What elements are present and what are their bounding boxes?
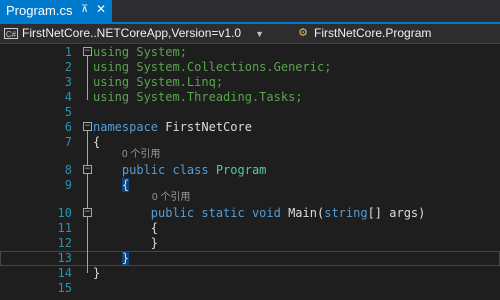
code-token: } xyxy=(93,251,130,265)
code-line: { xyxy=(93,221,158,235)
code-token: FirstNetCore xyxy=(158,120,252,134)
codelens-references[interactable]: 0 个引用 xyxy=(122,149,160,161)
code-token: System.Collections.Generic; xyxy=(129,60,332,74)
line-number: 11 xyxy=(57,221,72,235)
code-editor[interactable]: 1 2 3 4 5 6 7 8 9 10 11 12 13 14 15 − − … xyxy=(0,44,500,300)
fold-guide xyxy=(87,131,88,273)
line-number: 5 xyxy=(64,105,72,119)
code-token: { xyxy=(93,221,159,235)
line-number: 12 xyxy=(57,236,72,250)
code-line: public static void Main(string[] args) xyxy=(93,206,426,220)
project-label: FirstNetCore..NETCoreApp,Version=v1.0 xyxy=(22,26,242,40)
code-line: namespace FirstNetCore xyxy=(93,120,252,134)
code-token: Program xyxy=(208,163,267,177)
close-icon[interactable]: ✕ xyxy=(96,2,106,16)
project-dropdown[interactable]: C# FirstNetCore..NETCoreApp,Version=v1.0 ▼ xyxy=(4,26,294,42)
code-line: using System.Threading.Tasks; xyxy=(93,90,303,104)
type-label: FirstNetCore.Program xyxy=(314,26,432,40)
type-dropdown[interactable]: ⚙ FirstNetCore.Program xyxy=(296,26,500,42)
code-token: { xyxy=(93,135,101,149)
document-tab-bar: Program.cs ⊼ ✕ xyxy=(0,0,500,24)
line-number: 8 xyxy=(64,163,72,177)
matched-brace: } xyxy=(121,251,130,265)
code-token: { xyxy=(93,178,130,192)
code-token: } xyxy=(93,266,101,280)
line-number: 15 xyxy=(57,281,72,295)
line-number: 9 xyxy=(64,178,72,192)
code-token: System; xyxy=(129,45,187,59)
pin-icon[interactable]: ⊼ xyxy=(81,4,88,15)
line-number: 7 xyxy=(64,135,72,149)
code-line: { xyxy=(93,178,130,192)
collapse-icon[interactable]: − xyxy=(83,122,92,131)
navigation-bar: C# FirstNetCore..NETCoreApp,Version=v1.0 ▼… xyxy=(0,24,500,44)
line-number: 3 xyxy=(64,75,72,89)
line-number: 13 xyxy=(57,251,72,265)
code-line: } xyxy=(93,236,158,250)
chevron-down-icon: ▼ xyxy=(255,29,265,39)
code-token: public xyxy=(93,206,195,220)
fold-guide xyxy=(87,56,88,100)
class-icon: ⚙ xyxy=(298,27,308,40)
code-line: } xyxy=(93,266,100,280)
tab-title: Program.cs xyxy=(6,3,73,18)
line-number: 1 xyxy=(64,45,72,59)
code-token: Main( xyxy=(280,206,325,220)
code-token: [] args) xyxy=(367,206,426,220)
code-token: } xyxy=(93,236,159,250)
code-token: System.Threading.Tasks; xyxy=(129,90,303,104)
line-number: 4 xyxy=(64,90,72,104)
code-token: public xyxy=(93,163,166,177)
line-number: 14 xyxy=(57,266,72,280)
code-token: namespace xyxy=(93,120,159,134)
collapse-icon[interactable]: − xyxy=(83,165,92,174)
code-token: System.Linq; xyxy=(129,75,224,89)
code-token: class xyxy=(165,163,209,177)
collapse-icon[interactable]: − xyxy=(83,47,92,56)
tab-program-cs[interactable]: Program.cs ⊼ ✕ xyxy=(0,0,112,22)
code-line: using System.Linq; xyxy=(93,75,223,89)
line-number: 10 xyxy=(57,206,72,220)
code-line: using System; xyxy=(93,45,187,59)
matched-brace: { xyxy=(121,178,130,192)
line-number: 6 xyxy=(64,120,72,134)
code-line: public class Program xyxy=(93,163,267,177)
code-token: static xyxy=(194,206,245,220)
code-token: void xyxy=(244,206,281,220)
editor-window: Program.cs ⊼ ✕ C# FirstNetCore..NETCoreAp… xyxy=(0,0,500,300)
code-token: using xyxy=(93,60,130,74)
code-token: using xyxy=(93,45,130,59)
code-token: using xyxy=(93,90,130,104)
line-number: 2 xyxy=(64,60,72,74)
csharp-project-icon: C# xyxy=(4,28,18,40)
code-token: string xyxy=(324,206,368,220)
code-line: using System.Collections.Generic; xyxy=(93,60,331,74)
current-line-highlight xyxy=(0,251,500,266)
codelens-references[interactable]: 0 个引用 xyxy=(152,192,190,204)
code-token: using xyxy=(93,75,130,89)
collapse-icon[interactable]: − xyxy=(83,208,92,217)
code-line: } xyxy=(93,251,130,265)
code-line: { xyxy=(93,135,100,149)
